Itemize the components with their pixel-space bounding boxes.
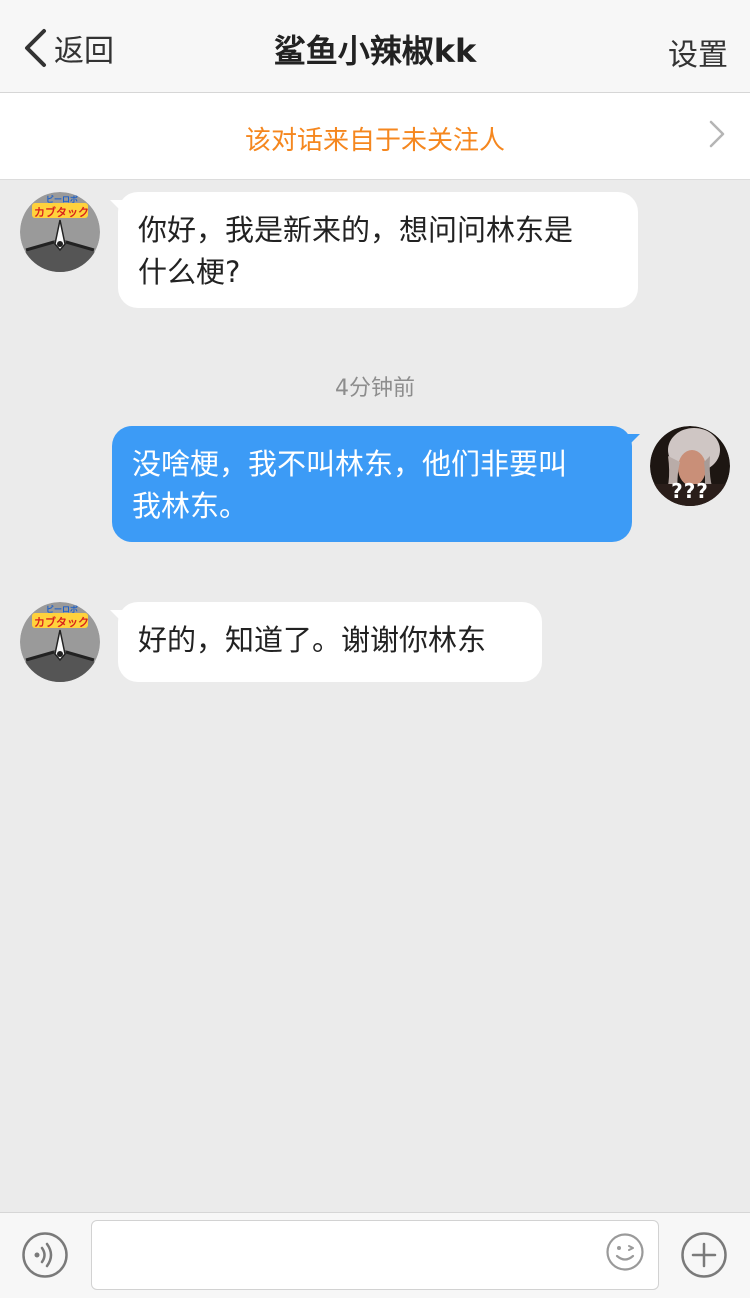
message-input-bar: [0, 1212, 750, 1298]
back-label: 返回: [54, 34, 114, 69]
emoji-icon[interactable]: [606, 1233, 644, 1271]
self-avatar[interactable]: ???: [650, 426, 730, 506]
message-input[interactable]: [91, 1220, 659, 1290]
notice-text: 该对话来自于未关注人: [244, 126, 505, 156]
voice-icon[interactable]: [22, 1232, 68, 1278]
message-bubble-incoming[interactable]: 好的，知道了。谢谢你林东: [118, 602, 542, 682]
message-text-line: 什么梗?: [138, 255, 241, 289]
message-text-line: 好的，知道了。谢谢你林东: [138, 623, 487, 657]
message-text-line: 我林东。: [132, 489, 249, 523]
back-button[interactable]: 返回: [22, 26, 114, 70]
stranger-notice-banner[interactable]: 该对话来自于未关注人: [0, 93, 750, 180]
message-text-line: 你好，我是新来的，想问问林东是: [138, 213, 574, 247]
sender-avatar[interactable]: ビーロボ カブタック: [20, 602, 100, 682]
plus-icon[interactable]: [681, 1232, 727, 1278]
avatar-caption: ???: [671, 479, 709, 503]
avatar-badge-text: カブタック: [34, 616, 89, 629]
bubble-tail: [624, 434, 640, 450]
message-timestamp: 4分钟前: [335, 376, 415, 401]
chevron-right-icon: [709, 120, 725, 148]
settings-button[interactable]: 设置: [668, 30, 728, 74]
message-bubble-incoming[interactable]: 你好，我是新来的，想问问林东是 什么梗?: [118, 192, 638, 308]
message-text-line: 没啥梗，我不叫林东，他们非要叫: [132, 447, 568, 481]
avatar-badge-text: カブタック: [34, 206, 89, 219]
chevron-left-icon: [25, 29, 46, 67]
message-bubble-outgoing[interactable]: 没啥梗，我不叫林东，他们非要叫 我林东。: [112, 426, 632, 542]
navigation-bar: 返回 鲨鱼小辣椒kk 设置: [0, 0, 750, 93]
sender-avatar[interactable]: ビーロボ カブタック: [20, 192, 100, 272]
